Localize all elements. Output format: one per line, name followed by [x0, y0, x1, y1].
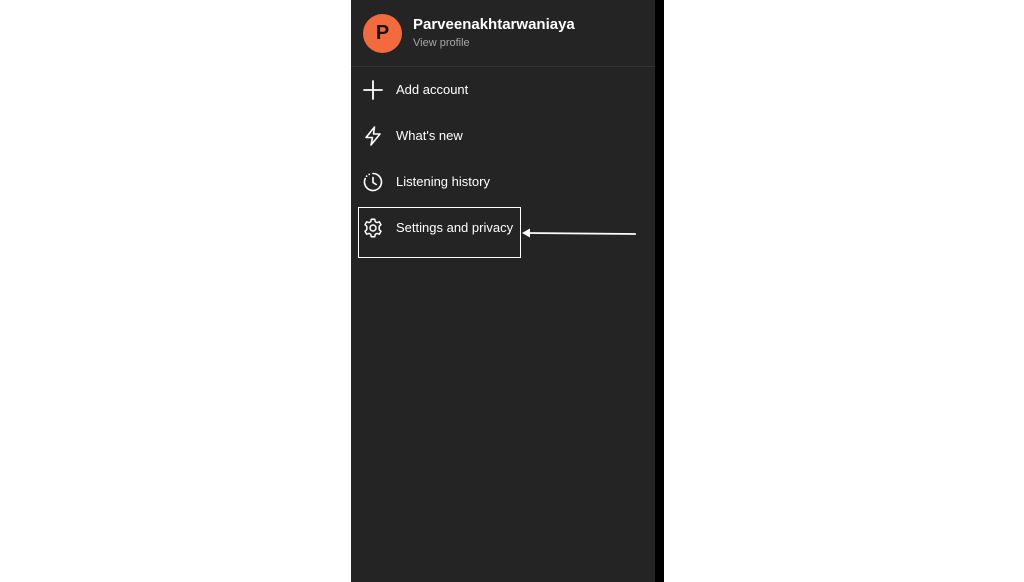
menu-item-label: What's new — [396, 128, 463, 143]
side-drawer: P Parveenakhtarwaniaya View profile Add … — [351, 0, 655, 582]
menu-item-listening-history[interactable]: Listening history — [351, 160, 655, 204]
lightning-bolt-icon — [362, 125, 384, 147]
profile-name: Parveenakhtarwaniaya — [413, 16, 575, 33]
screenshot-canvas: P Parveenakhtarwaniaya View profile Add … — [0, 0, 1024, 582]
clock-history-icon — [362, 171, 384, 193]
menu-item-whats-new[interactable]: What's new — [351, 114, 655, 158]
menu-item-label: Add account — [396, 82, 469, 97]
annotation-arrow-icon — [522, 228, 637, 238]
menu-item-add-account[interactable]: Add account — [351, 68, 655, 112]
plus-icon — [362, 79, 384, 101]
menu-item-label: Listening history — [396, 174, 490, 189]
view-profile-link[interactable]: View profile — [413, 37, 470, 50]
profile-header[interactable]: P Parveenakhtarwaniaya View profile — [351, 0, 655, 67]
phone-frame: P Parveenakhtarwaniaya View profile Add … — [351, 0, 664, 582]
highlight-box — [358, 207, 521, 258]
avatar[interactable]: P — [363, 14, 402, 53]
